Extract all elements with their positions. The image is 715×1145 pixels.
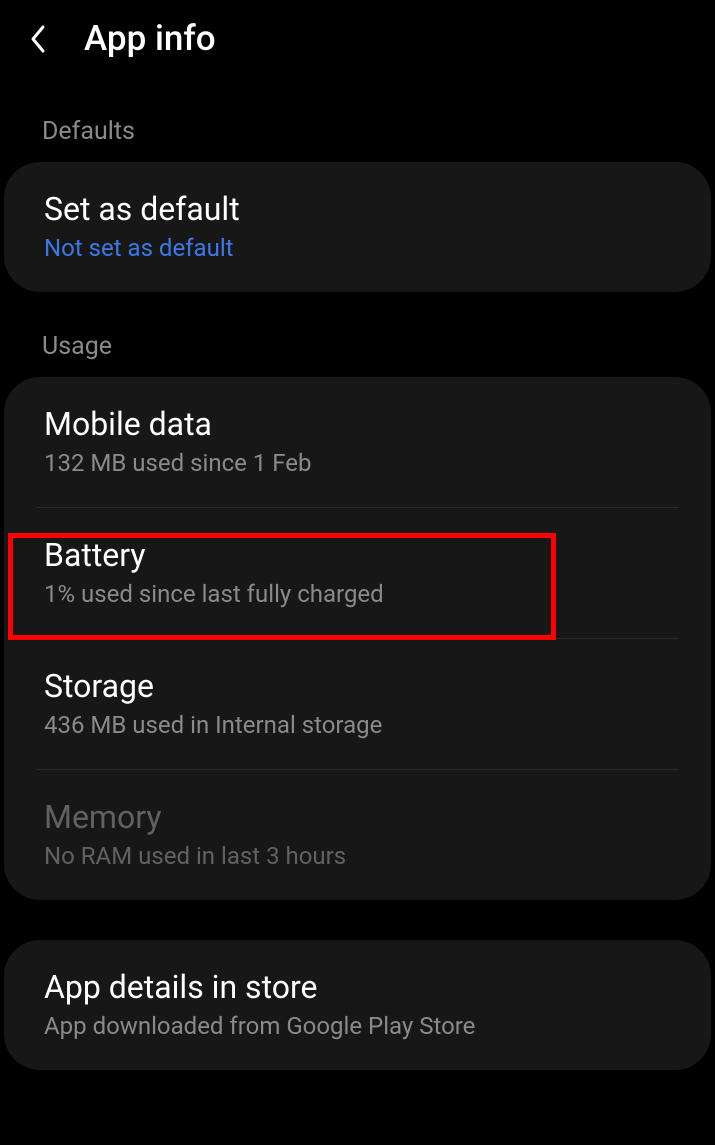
storage-title: Storage — [44, 667, 671, 705]
set-as-default-title: Set as default — [44, 190, 671, 228]
memory-subtitle: No RAM used in last 3 hours — [44, 842, 671, 870]
app-details-subtitle: App downloaded from Google Play Store — [44, 1012, 671, 1040]
section-header-usage: Usage — [0, 292, 715, 377]
app-details-title: App details in store — [44, 968, 671, 1006]
section-header-defaults: Defaults — [0, 77, 715, 162]
mobile-data-title: Mobile data — [44, 405, 671, 443]
app-details-row[interactable]: App details in store App downloaded from… — [4, 940, 711, 1070]
back-icon[interactable] — [24, 25, 52, 53]
set-as-default-row[interactable]: Set as default Not set as default — [4, 162, 711, 292]
memory-row: Memory No RAM used in last 3 hours — [4, 770, 711, 900]
page-title: App info — [84, 18, 216, 59]
memory-title: Memory — [44, 798, 671, 836]
battery-title: Battery — [44, 536, 671, 574]
storage-subtitle: 436 MB used in Internal storage — [44, 711, 671, 739]
mobile-data-row[interactable]: Mobile data 132 MB used since 1 Feb — [4, 377, 711, 507]
mobile-data-subtitle: 132 MB used since 1 Feb — [44, 449, 671, 477]
app-details-card: App details in store App downloaded from… — [4, 940, 711, 1070]
defaults-card: Set as default Not set as default — [4, 162, 711, 292]
header: App info — [0, 0, 715, 77]
storage-row[interactable]: Storage 436 MB used in Internal storage — [4, 639, 711, 769]
battery-subtitle: 1% used since last fully charged — [44, 580, 671, 608]
set-as-default-subtitle: Not set as default — [44, 234, 671, 262]
usage-card: Mobile data 132 MB used since 1 Feb Batt… — [4, 377, 711, 900]
battery-row[interactable]: Battery 1% used since last fully charged — [4, 508, 711, 638]
